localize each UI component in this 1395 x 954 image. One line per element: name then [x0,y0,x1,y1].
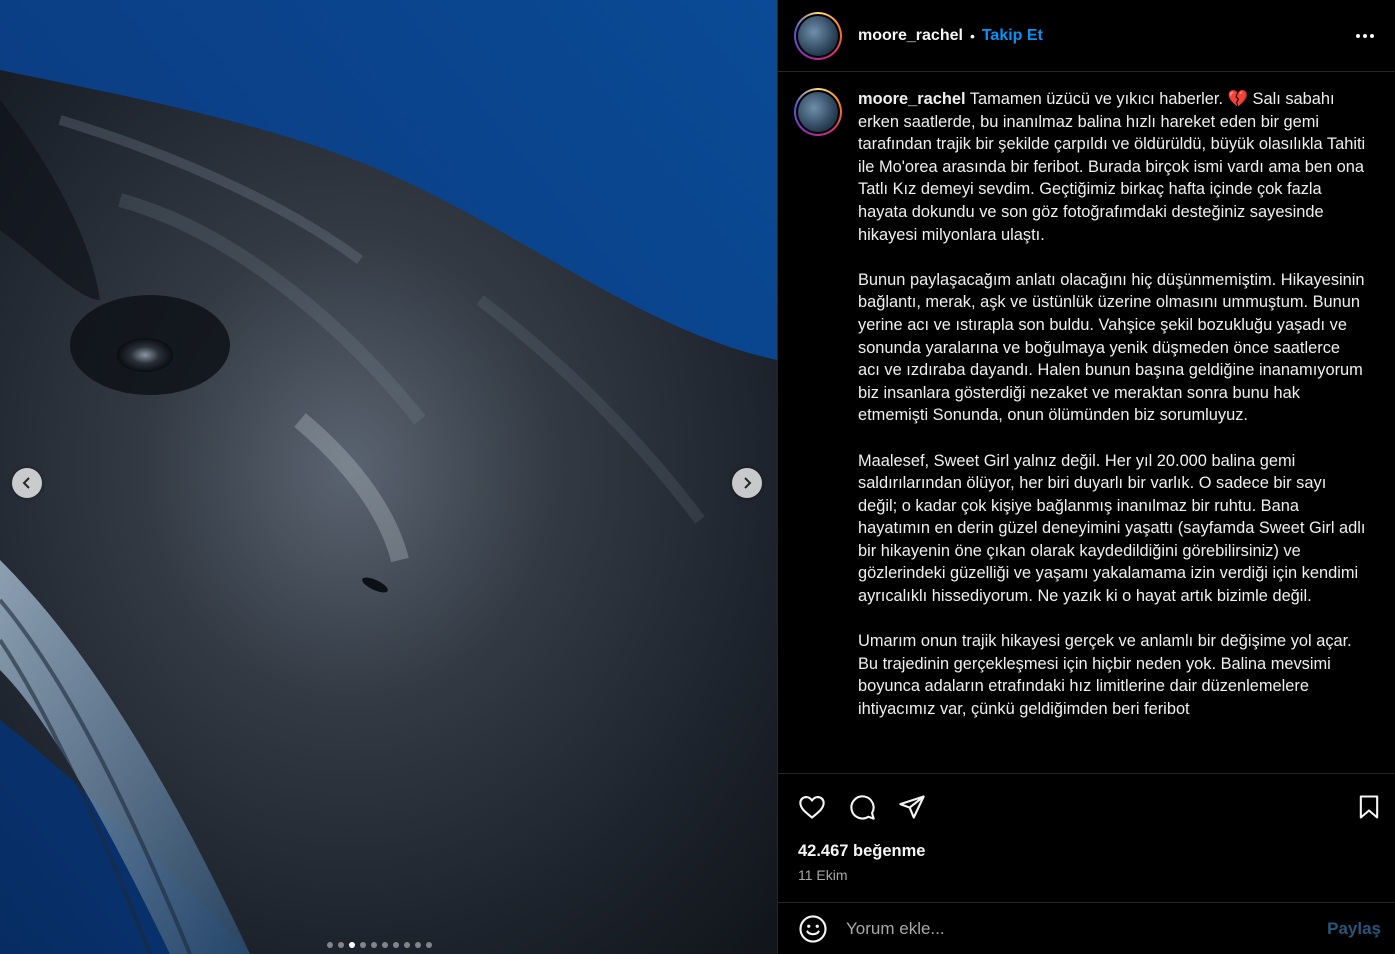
carousel-dot [349,942,355,948]
carousel-dot [338,942,344,948]
carousel-dot [404,942,410,948]
carousel-dot [360,942,366,948]
carousel-indicator [327,942,432,948]
carousel-dot [393,942,399,948]
caption-avatar[interactable] [794,88,842,136]
caption-text: moore_rachel Tamamen üzücü ve yıkıcı hab… [858,88,1366,773]
carousel-dot [426,942,432,948]
comment-bar: Paylaş [778,902,1395,954]
carousel-dot [415,942,421,948]
separator-dot: • [969,27,975,44]
emoji-icon[interactable] [798,914,828,944]
save-button[interactable] [1349,790,1383,824]
whale-photo [0,0,777,954]
chevron-right-icon [744,477,752,489]
paper-plane-icon [899,795,925,819]
like-count[interactable]: 42.467 beğenme [778,840,1395,862]
follow-button[interactable]: Takip Et [982,27,1043,45]
post-date[interactable]: 11 Ekim [778,866,1395,884]
post-details-panel: moore_rachel • Takip Et moore_rachel Tam… [777,0,1395,954]
comment-icon [850,795,875,820]
like-button[interactable] [798,790,832,824]
chevron-left-icon [22,477,30,489]
more-options-icon[interactable] [1351,24,1379,48]
share-button[interactable] [898,790,932,824]
carousel-next-button[interactable] [732,468,762,498]
heart-icon [799,796,825,819]
post-media [0,0,777,954]
comment-input[interactable] [846,918,1328,939]
post-header: moore_rachel • Takip Et [778,0,1395,72]
carousel-dot [371,942,377,948]
caption-section: moore_rachel Tamamen üzücü ve yıkıcı hab… [778,72,1395,774]
carousel-dot [382,942,388,948]
header-username[interactable]: moore_rachel [858,27,963,45]
action-bar [778,774,1395,840]
carousel-prev-button[interactable] [12,468,42,498]
post-comment-button[interactable]: Paylaş [1327,919,1381,939]
caption-username[interactable]: moore_rachel [858,90,966,108]
bookmark-icon [1359,795,1379,819]
avatar[interactable] [794,11,842,60]
instagram-post-modal: moore_rachel • Takip Et moore_rachel Tam… [0,0,1395,954]
carousel-dot [327,942,333,948]
caption-body: Tamamen üzücü ve yıkıcı haberler. 💔 Salı… [858,90,1366,719]
comment-button[interactable] [848,790,882,824]
